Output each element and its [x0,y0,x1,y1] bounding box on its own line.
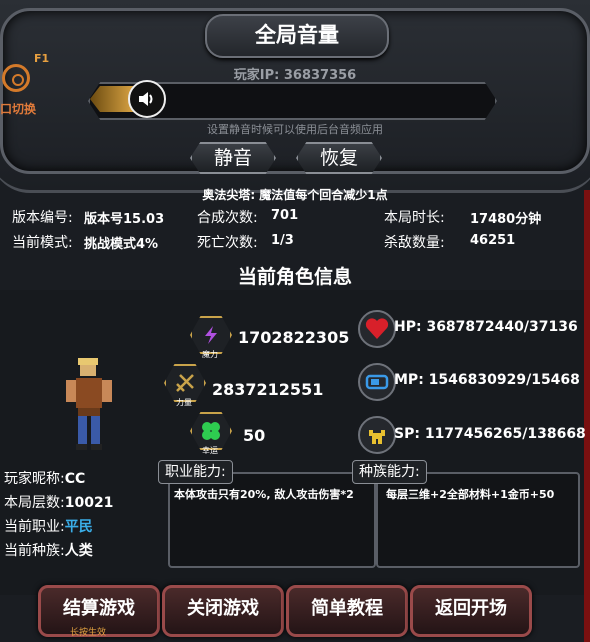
synth-label: 合成次数: [197,210,258,226]
race-ability-text: 每层三维+2全部材料+1金币+50 [386,488,555,501]
job-ability-text: 本体攻击只有20%, 敌人攻击伤害*2 [174,488,354,501]
close-game-button[interactable]: 关闭游戏 [162,585,284,637]
race-label: 当前种族: [4,543,65,559]
f1-label: 口切换 [0,102,37,116]
race-value: 人类 [64,543,93,559]
mode-label: 当前模式: [12,235,73,251]
power-caption: 力量 [176,398,192,407]
character-sprite [66,358,112,450]
nickname-label: 玩家昵称: [4,471,65,487]
nickname-value: CC [64,471,86,487]
volume-slider-knob[interactable] [128,80,166,118]
magic-caption: 魔力 [202,350,218,359]
restore-button[interactable]: 恢复 [296,142,382,174]
duration-label: 本局时长: [384,210,445,226]
volume-panel-title: 全局音量 [205,14,389,58]
job-ability-tag: 职业能力: [158,460,233,484]
player-ip: 玩家IP: 36837356 [233,68,357,83]
sp-label: SP: [394,426,420,442]
job-value: 平民 [64,519,93,535]
duration-value: 17480分钟 [470,212,542,227]
mp-value: 1546830929/15468 [428,372,580,388]
hp-value: 3687872440/37136 [426,319,578,335]
job-label: 当前职业: [4,519,65,535]
mode-value: 挑战模式4% [84,237,159,252]
synth-value: 701 [271,208,299,223]
volume-hint: 设置静音时候可以使用后台音频应用 [207,123,383,136]
luck-value: 50 [243,426,266,445]
kills-value: 46251 [470,233,516,248]
luck-caption: 幸运 [202,446,218,455]
mute-button[interactable]: 静音 [190,142,276,174]
race-ability-tag: 种族能力: [352,460,427,484]
heart-icon [358,310,396,348]
settle-hint: 长按生效 [70,628,107,638]
version-label: 版本编号: [12,210,73,226]
right-border [584,190,590,642]
stamina-icon [358,416,396,454]
race-ability-box [376,472,580,568]
mp-label: MP: [394,372,424,388]
death-label: 死亡次数: [197,235,258,251]
magic-value: 1702822305 [238,328,350,347]
death-value: 1/3 [271,233,294,248]
hp-label: HP: [394,319,422,335]
speaker-icon [139,92,153,106]
kills-label: 杀敌数量: [384,235,445,251]
tutorial-button[interactable]: 简单教程 [286,585,408,637]
floor-tip: 奥法尖塔: 魔法值每个回合减少1点 [202,188,388,202]
f1-key: F1 [34,52,50,65]
gear-icon[interactable] [2,64,30,92]
version-value: 版本号15.03 [84,212,165,227]
floor-value: 10021 [64,495,114,511]
power-value: 2837212551 [212,380,324,399]
mana-icon [358,363,396,401]
back-to-start-button[interactable]: 返回开场 [410,585,532,637]
character-section-title: 当前角色信息 [237,266,352,288]
sp-value: 1177456265/138668 [424,426,586,442]
floor-label: 本局层数: [4,495,65,511]
job-ability-box [168,472,376,568]
